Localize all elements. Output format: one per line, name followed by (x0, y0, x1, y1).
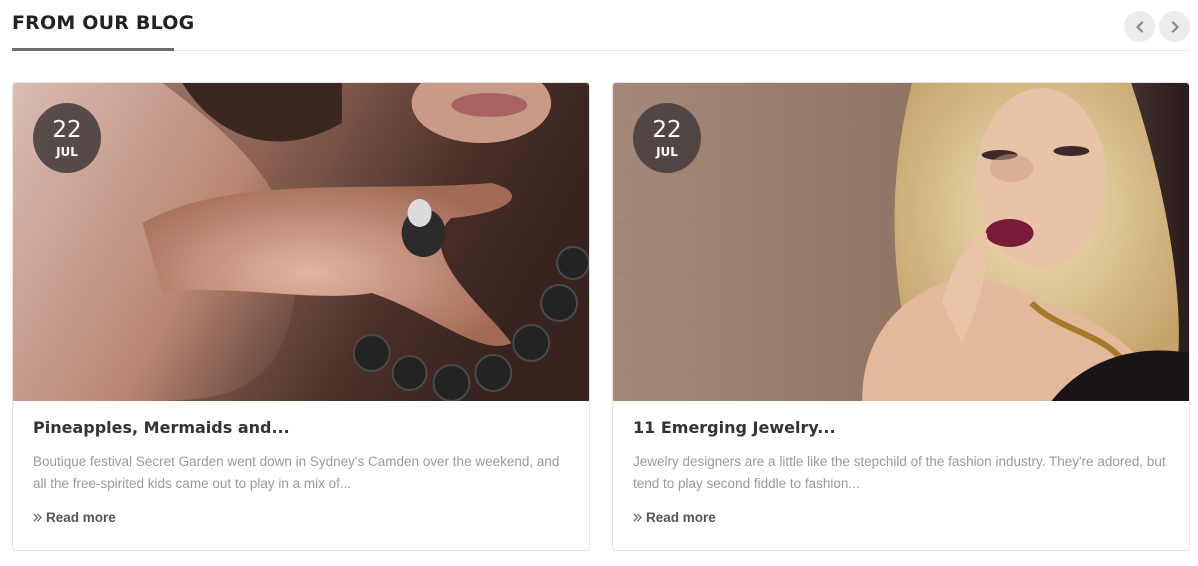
read-more-label: Read more (46, 510, 116, 525)
post-title-link[interactable]: 11 Emerging Jewelry... (633, 418, 1169, 438)
post-excerpt: Jewelry designers are a little like the … (633, 454, 1166, 491)
post-image[interactable]: 22 JUL (13, 83, 589, 401)
chevron-left-icon (1135, 20, 1143, 33)
section-title: FROM OUR BLOG (12, 12, 195, 34)
date-month: JUL (656, 145, 678, 159)
double-chevron-right-icon (33, 513, 42, 522)
read-more-label: Read more (646, 510, 716, 525)
title-underline (12, 48, 174, 51)
post-title-link[interactable]: Pineapples, Mermaids and... (33, 418, 569, 438)
date-badge: 22 JUL (33, 103, 101, 173)
post-excerpt: Boutique festival Secret Garden went dow… (33, 454, 560, 491)
read-more-link[interactable]: Read more (33, 510, 116, 525)
date-badge: 22 JUL (633, 103, 701, 173)
read-more-link[interactable]: Read more (633, 510, 716, 525)
double-chevron-right-icon (633, 513, 642, 522)
date-day: 22 (52, 117, 82, 143)
post-image[interactable]: 22 JUL (613, 83, 1189, 401)
blog-section-header: FROM OUR BLOG (12, 0, 1190, 51)
carousel-next-button[interactable] (1159, 11, 1190, 42)
blog-post-card: 22 JUL 11 Emerging Jewelry... Jewelry de… (612, 82, 1190, 551)
date-day: 22 (652, 117, 682, 143)
date-month: JUL (56, 145, 78, 159)
blog-post-card: 22 JUL Pineapples, Mermaids and... Bouti… (12, 82, 590, 551)
carousel-prev-button[interactable] (1124, 11, 1155, 42)
chevron-right-icon (1171, 20, 1179, 33)
